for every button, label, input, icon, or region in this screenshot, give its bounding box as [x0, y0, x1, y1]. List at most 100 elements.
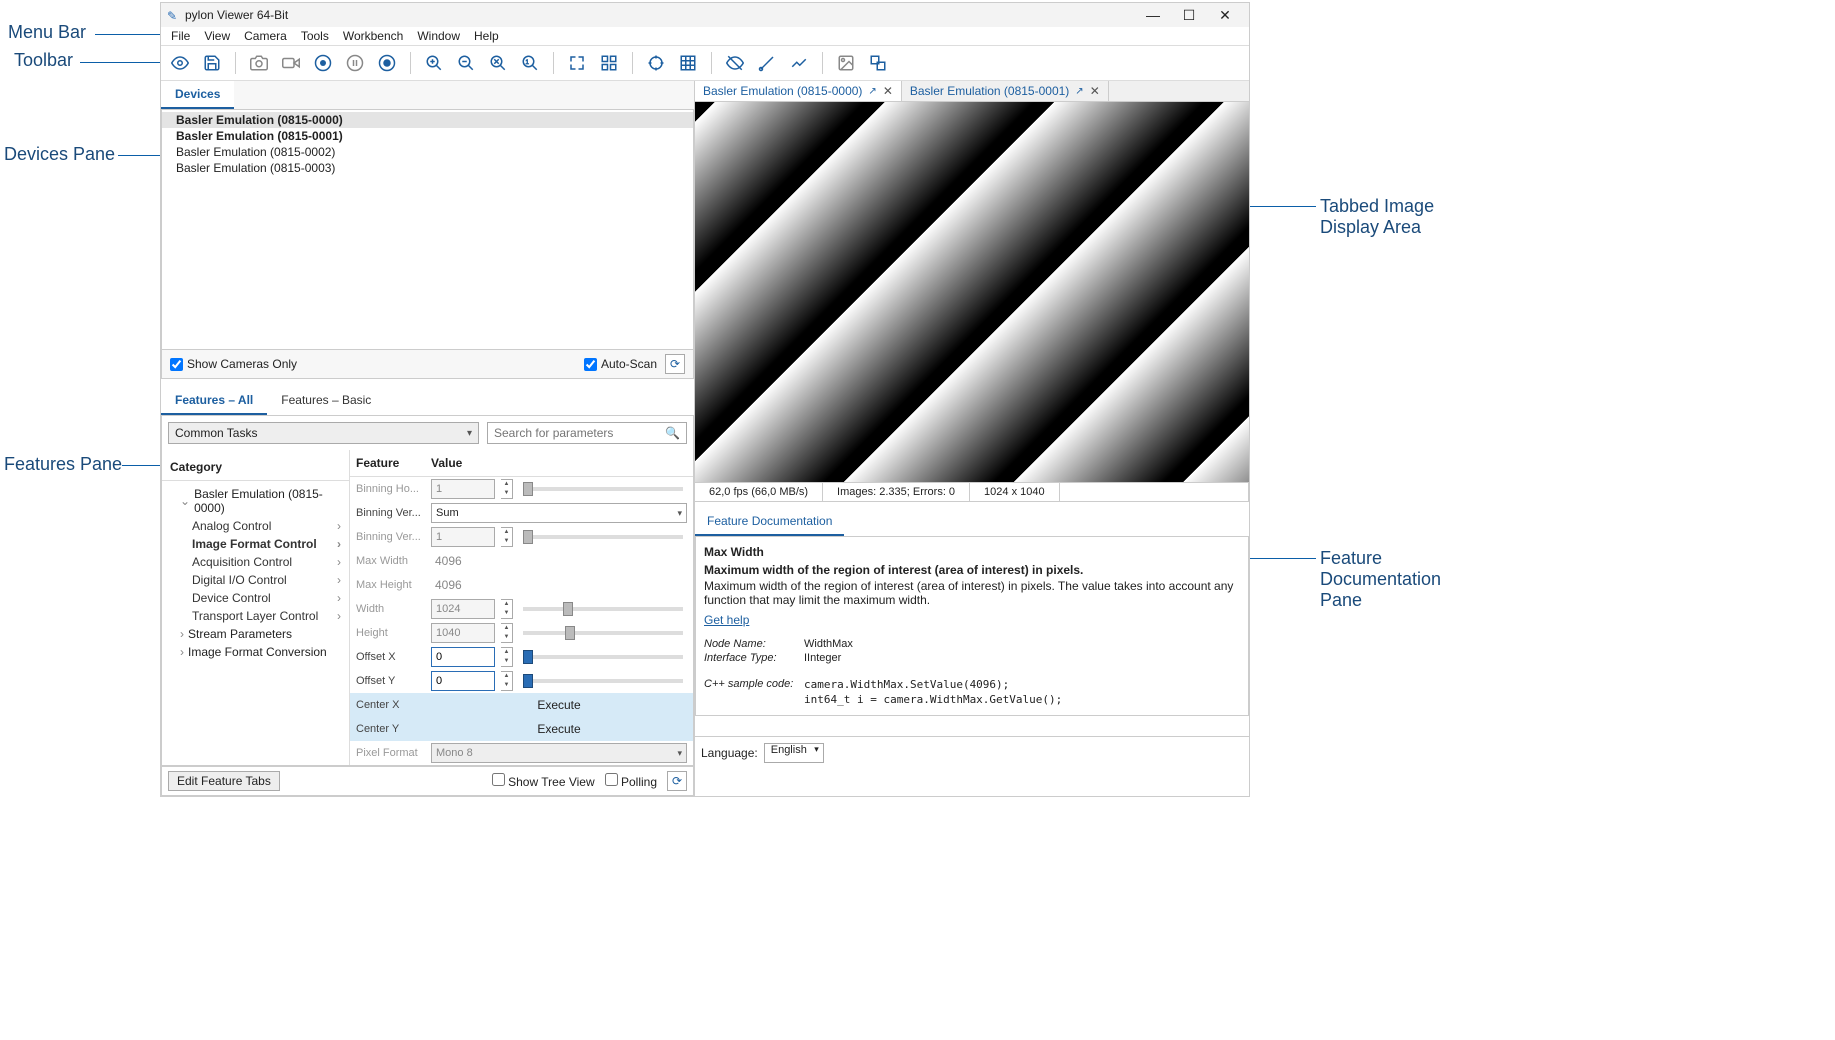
binning-ver-mode-select[interactable]: Sum — [431, 503, 687, 523]
category-root[interactable]: Basler Emulation (0815-0000) — [162, 485, 349, 517]
svg-text:1: 1 — [526, 60, 530, 66]
features-tabs: Features – All Features – Basic — [161, 387, 694, 416]
width-slider[interactable] — [523, 607, 683, 611]
width-input[interactable] — [431, 599, 495, 619]
offset-x-slider[interactable] — [523, 655, 683, 659]
camera-icon[interactable] — [248, 52, 270, 74]
crosshair-icon[interactable] — [645, 52, 667, 74]
maximize-button[interactable]: ☐ — [1171, 3, 1207, 27]
close-tab-icon[interactable]: ✕ — [883, 84, 893, 98]
eye-off-icon[interactable] — [724, 52, 746, 74]
zoom-in-icon[interactable] — [423, 52, 445, 74]
devices-body: Basler Emulation (0815-0000) Basler Emul… — [161, 110, 694, 350]
doc-title: Max Width — [704, 545, 1240, 559]
chart-icon[interactable] — [788, 52, 810, 74]
menu-window[interactable]: Window — [417, 29, 460, 43]
search-input[interactable] — [494, 426, 680, 440]
center-x-execute[interactable]: Execute — [431, 698, 687, 712]
feature-label: Offset X — [356, 651, 431, 663]
pause-icon[interactable] — [344, 52, 366, 74]
features-tab-basic[interactable]: Features – Basic — [267, 387, 385, 415]
polling-checkbox[interactable]: Polling — [605, 773, 657, 789]
center-y-execute[interactable]: Execute — [431, 722, 687, 736]
image-tab-1[interactable]: Basler Emulation (0815-0001) ↗ ✕ — [902, 81, 1109, 101]
zoom-out-icon[interactable] — [455, 52, 477, 74]
menu-tools[interactable]: Tools — [301, 29, 329, 43]
save-icon[interactable] — [201, 52, 223, 74]
sample-code-line2: int64_t i = camera.WidthMax.GetValue(); — [804, 693, 1062, 706]
device-item[interactable]: Basler Emulation (0815-0002) — [162, 144, 693, 160]
record-icon[interactable] — [312, 52, 334, 74]
video-icon[interactable] — [280, 52, 302, 74]
category-transport[interactable]: Transport Layer Control› — [162, 607, 349, 625]
pixel-format-select[interactable]: Mono 8 — [431, 743, 687, 763]
spinner[interactable]: ▲▼ — [501, 599, 513, 619]
doc-footer: Language: English — [695, 736, 1249, 769]
spinner[interactable]: ▲▼ — [501, 527, 513, 547]
binning-ho-input[interactable] — [431, 479, 495, 499]
edit-feature-tabs-button[interactable]: Edit Feature Tabs — [168, 771, 280, 791]
device-item[interactable]: Basler Emulation (0815-0003) — [162, 160, 693, 176]
category-acquisition[interactable]: Acquisition Control› — [162, 553, 349, 571]
eye-icon[interactable] — [169, 52, 191, 74]
spinner[interactable]: ▲▼ — [501, 479, 513, 499]
show-tree-view-checkbox[interactable]: Show Tree View — [492, 773, 595, 789]
spinner[interactable]: ▲▼ — [501, 647, 513, 667]
doc-tab[interactable]: Feature Documentation — [695, 508, 844, 536]
fullscreen-icon[interactable] — [566, 52, 588, 74]
device-item[interactable]: Basler Emulation (0815-0000) — [162, 112, 693, 128]
layers-icon[interactable] — [867, 52, 889, 74]
binning-ver-input[interactable] — [431, 527, 495, 547]
category-digital-io[interactable]: Digital I/O Control› — [162, 571, 349, 589]
device-item[interactable]: Basler Emulation (0815-0001) — [162, 128, 693, 144]
category-stream[interactable]: Stream Parameters — [162, 625, 349, 643]
measure-icon[interactable] — [756, 52, 778, 74]
minimize-button[interactable]: — — [1135, 3, 1171, 27]
stop-icon[interactable] — [376, 52, 398, 74]
annotation-menu-bar: Menu Bar — [8, 22, 86, 43]
show-cameras-checkbox[interactable]: Show Cameras Only — [170, 357, 297, 371]
feature-label: Max Height — [356, 579, 431, 591]
menu-help[interactable]: Help — [474, 29, 499, 43]
zoom-fit-icon[interactable] — [487, 52, 509, 74]
close-window-button[interactable]: ✕ — [1207, 3, 1243, 27]
devices-tab[interactable]: Devices — [161, 81, 234, 109]
popout-icon[interactable]: ↗ — [868, 86, 876, 97]
features-tab-all[interactable]: Features – All — [161, 387, 267, 415]
language-select[interactable]: English — [764, 743, 824, 763]
grid-icon[interactable] — [598, 52, 620, 74]
category-device[interactable]: Device Control› — [162, 589, 349, 607]
category-analog[interactable]: Analog Control› — [162, 517, 349, 535]
language-label: Language: — [701, 746, 758, 760]
offset-y-input[interactable] — [431, 671, 495, 691]
auto-scan-checkbox[interactable]: Auto-Scan — [584, 357, 657, 371]
popout-icon[interactable]: ↗ — [1075, 86, 1083, 97]
offset-y-slider[interactable] — [523, 679, 683, 683]
doc-help-link[interactable]: Get help — [704, 613, 1240, 627]
height-input[interactable] — [431, 623, 495, 643]
refresh-features-button[interactable]: ⟳ — [667, 771, 687, 791]
image-plus-icon[interactable] — [835, 52, 857, 74]
common-tasks-combo[interactable]: Common Tasks — [168, 422, 479, 444]
image-tab-0[interactable]: Basler Emulation (0815-0000) ↗ ✕ — [695, 81, 902, 101]
image-display-canvas[interactable] — [695, 102, 1249, 482]
category-image-conv[interactable]: Image Format Conversion — [162, 643, 349, 661]
menu-workbench[interactable]: Workbench — [343, 29, 403, 43]
menu-file[interactable]: File — [171, 29, 190, 43]
menu-view[interactable]: View — [204, 29, 230, 43]
grid-overlay-icon[interactable] — [677, 52, 699, 74]
annotation-features-pane: Features Pane — [4, 454, 122, 475]
annotation-toolbar: Toolbar — [14, 50, 73, 71]
spinner[interactable]: ▲▼ — [501, 623, 513, 643]
zoom-reset-icon[interactable]: 1 — [519, 52, 541, 74]
binning-ho-slider[interactable] — [523, 487, 683, 491]
height-slider[interactable] — [523, 631, 683, 635]
refresh-devices-button[interactable]: ⟳ — [665, 354, 685, 374]
binning-ver-slider[interactable] — [523, 535, 683, 539]
menu-camera[interactable]: Camera — [244, 29, 287, 43]
search-input-wrapper[interactable]: 🔍 — [487, 422, 687, 444]
category-image-format[interactable]: Image Format Control› — [162, 535, 349, 553]
offset-x-input[interactable] — [431, 647, 495, 667]
spinner[interactable]: ▲▼ — [501, 671, 513, 691]
close-tab-icon[interactable]: ✕ — [1090, 84, 1100, 98]
